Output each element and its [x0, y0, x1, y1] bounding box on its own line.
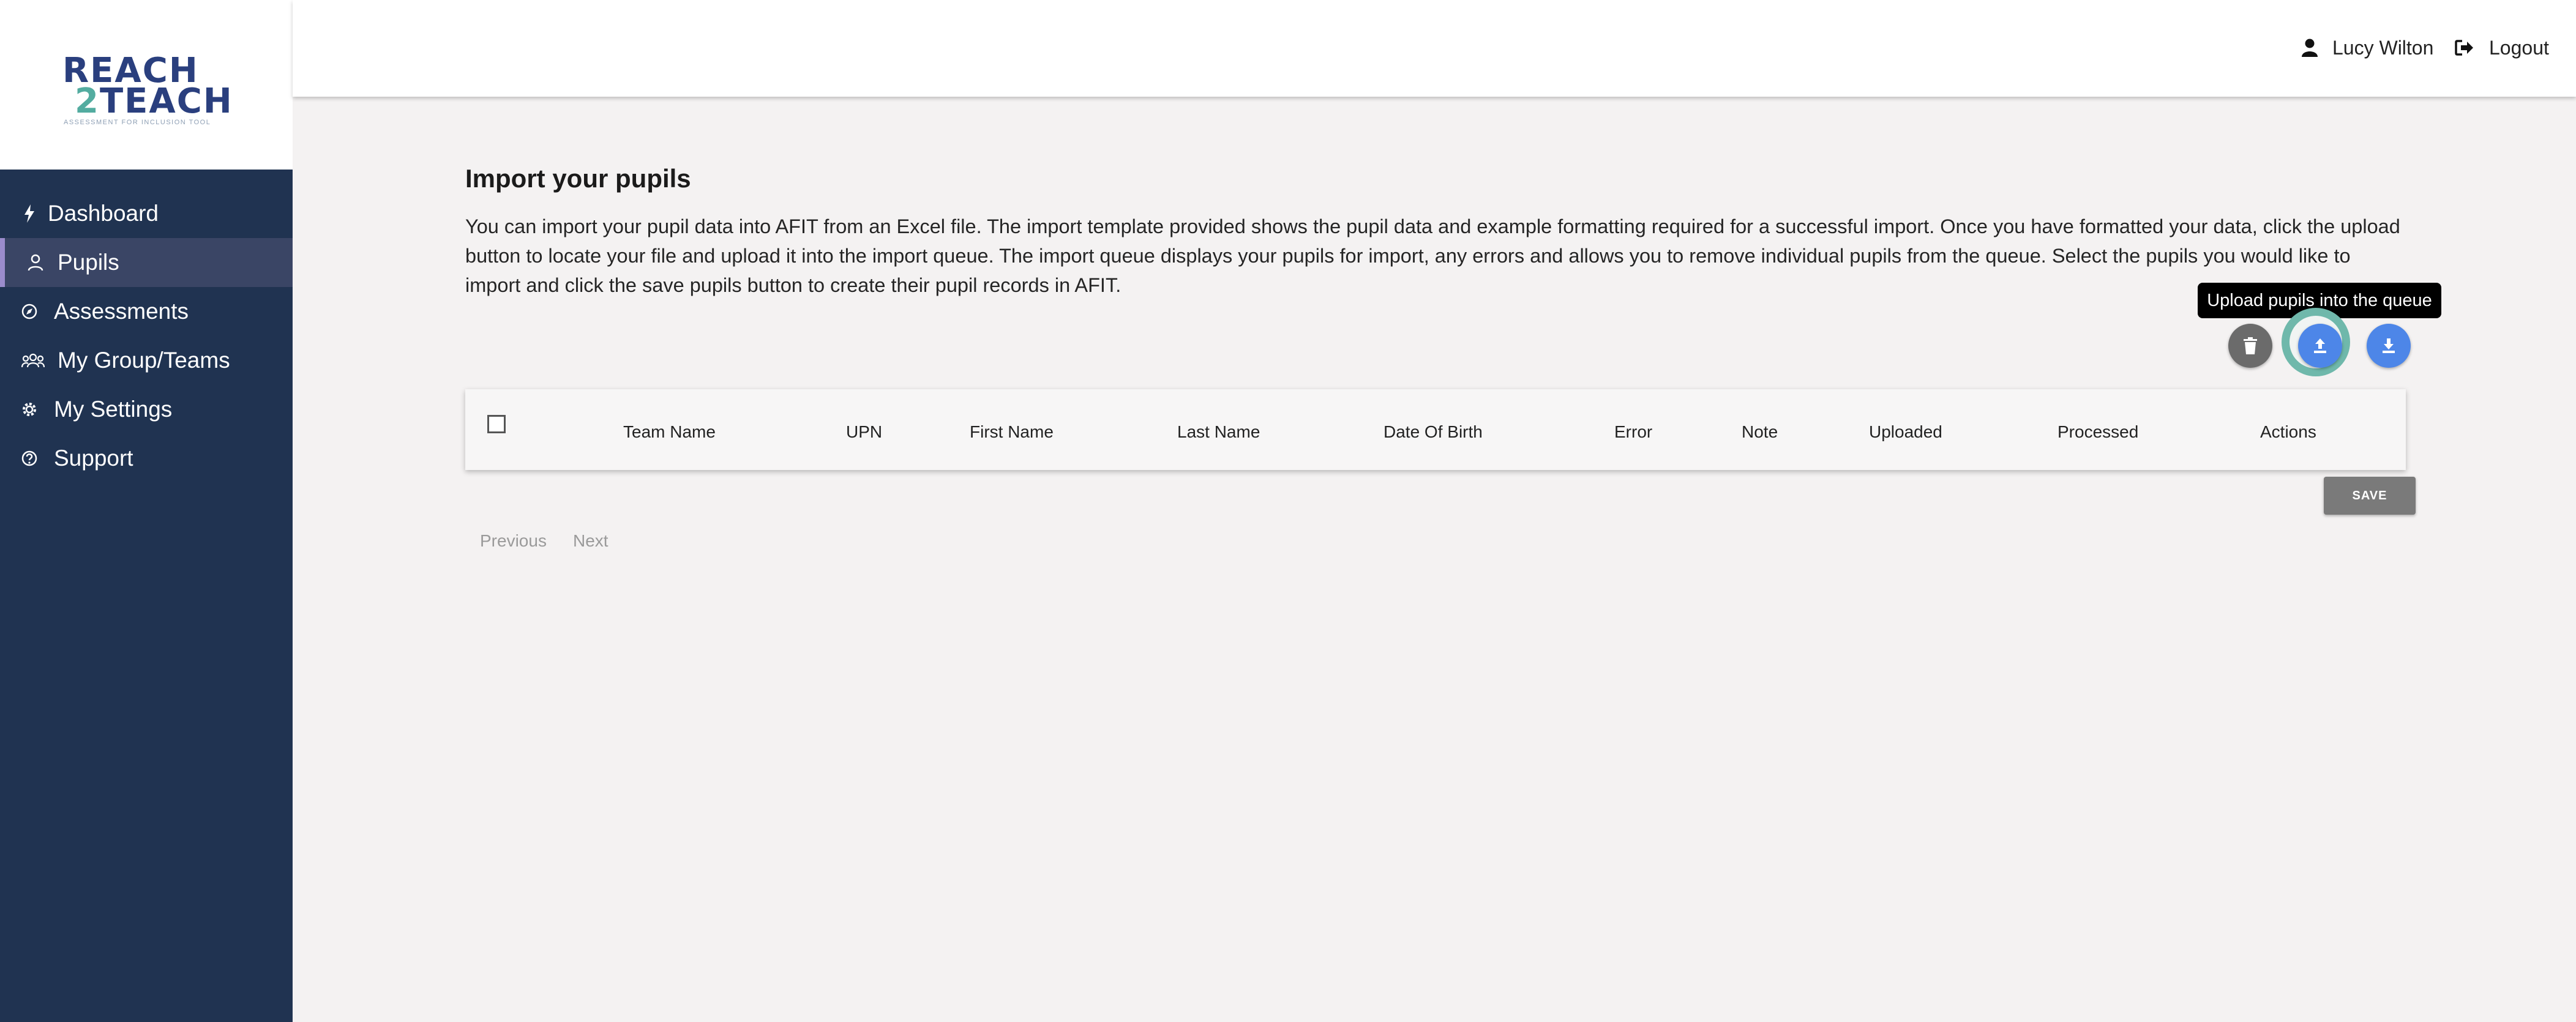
logo-line-2: 2TEACH [75, 84, 233, 119]
gear-icon [20, 400, 39, 419]
column-header[interactable]: Last Name [1177, 423, 1260, 441]
sidebar-item-label: My Settings [54, 397, 173, 422]
sidebar-item-support[interactable]: Support [0, 434, 293, 483]
help-icon [20, 449, 39, 468]
upload-icon [2314, 338, 2326, 353]
next-page-button[interactable]: Next [573, 531, 608, 551]
person-icon [26, 253, 45, 272]
download-icon [2383, 338, 2395, 353]
compass-icon [20, 302, 39, 321]
top-header [293, 0, 2576, 97]
user-name: Lucy Wilton [2332, 36, 2434, 59]
logout-icon [2455, 40, 2473, 56]
column-header: Actions [2260, 422, 2316, 441]
group-icon [21, 351, 45, 370]
sidebar-item-label: My Group/Teams [58, 348, 230, 373]
sidebar-item-label: Support [54, 446, 133, 471]
previous-page-button[interactable]: Previous [480, 531, 547, 551]
trash-icon [2244, 337, 2257, 354]
sidebar-item-label: Pupils [58, 250, 119, 275]
column-header[interactable]: Team Name [623, 423, 716, 441]
sidebar-item-label: Assessments [54, 299, 189, 324]
sidebar-item-pupils[interactable]: Pupils [0, 238, 293, 287]
download-template-button[interactable] [2367, 324, 2411, 368]
logout-button[interactable]: Logout [2455, 33, 2549, 62]
user-icon [2302, 39, 2318, 57]
bolt-icon [20, 204, 39, 223]
select-all-checkbox[interactable] [487, 415, 506, 433]
sidebar-item-dashboard[interactable]: Dashboard [0, 189, 293, 238]
column-header[interactable]: Processed [2057, 423, 2138, 441]
page-title: Import your pupils [465, 164, 691, 193]
sidebar-item-settings[interactable]: My Settings [0, 385, 293, 434]
sidebar-item-label: Dashboard [48, 201, 159, 226]
user-menu[interactable]: Lucy Wilton [2302, 33, 2433, 62]
sidebar-item-groups[interactable]: My Group/Teams [0, 336, 293, 385]
column-header[interactable]: Note [1742, 423, 1778, 441]
column-header[interactable]: Date Of Birth [1383, 423, 1483, 441]
logo-number: 2 [75, 81, 100, 121]
sidebar: REACH 2TEACH ASSESSMENT FOR INCLUSION TO… [0, 0, 293, 1022]
import-queue-table: Team Name UPN First Name Last Name Date … [465, 389, 2406, 470]
logo-word: TEACH [99, 81, 233, 121]
delete-button[interactable] [2228, 324, 2272, 368]
reach2teach-logo[interactable]: REACH 2TEACH ASSESSMENT FOR INCLUSION TO… [62, 54, 234, 127]
column-header[interactable]: UPN [846, 423, 882, 441]
column-header[interactable]: Uploaded [1869, 423, 1942, 441]
sidebar-nav: Dashboard Pupils Assessments My Group/Te… [0, 189, 293, 483]
logout-label: Logout [2489, 36, 2549, 59]
import-description: You can import your pupil data into AFIT… [465, 215, 2400, 296]
logo-container: REACH 2TEACH ASSESSMENT FOR INCLUSION TO… [0, 0, 293, 170]
save-pupils-button[interactable]: SAVE [2324, 477, 2416, 515]
logo-tagline: ASSESSMENT FOR INCLUSION TOOL [64, 119, 211, 126]
column-header[interactable]: First Name [970, 423, 1054, 441]
upload-button[interactable] [2298, 324, 2342, 368]
column-header[interactable]: Error [1614, 423, 1652, 441]
sidebar-item-assessments[interactable]: Assessments [0, 287, 293, 336]
